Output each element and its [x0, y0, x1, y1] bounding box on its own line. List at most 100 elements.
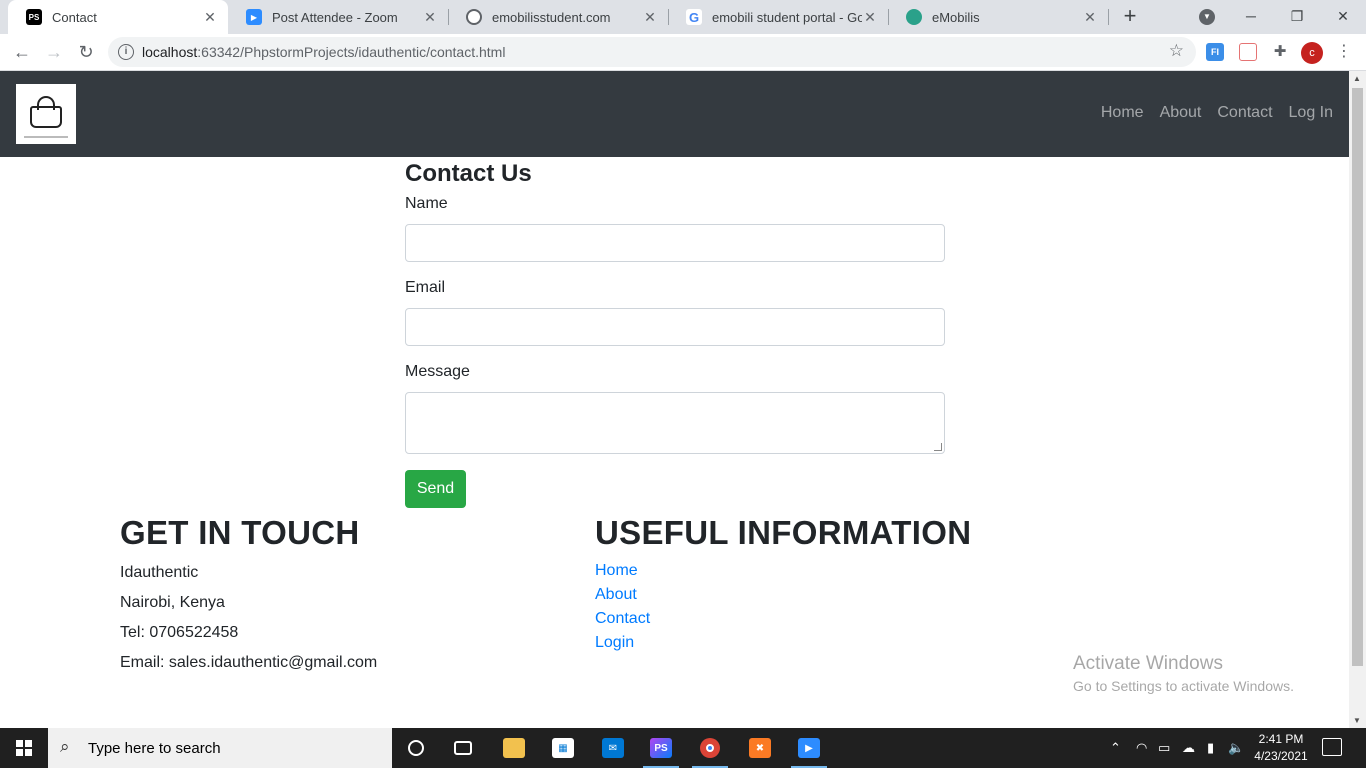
- onedrive-cloud-icon[interactable]: ☁: [1182, 728, 1195, 768]
- message-label: Message: [405, 363, 470, 380]
- scrollbar-thumb[interactable]: [1352, 88, 1363, 666]
- tab-separator: [1108, 9, 1109, 25]
- message-group: Message: [405, 362, 945, 454]
- store-icon[interactable]: ▦: [543, 732, 583, 764]
- activate-windows-watermark: Activate Windows Go to Settings to activ…: [1073, 652, 1294, 696]
- windows-logo-icon: [16, 740, 32, 756]
- logo-caption: [24, 136, 68, 138]
- nav-about[interactable]: About: [1152, 104, 1210, 122]
- name-field[interactable]: [405, 224, 945, 262]
- url-path: :63342/PhpstormProjects/idauthentic/cont…: [197, 44, 506, 60]
- nav-links: Home About Contact Log In: [1093, 104, 1341, 122]
- page-viewport: Home About Contact Log In Contact Us Nam…: [0, 71, 1349, 728]
- nav-home[interactable]: Home: [1093, 104, 1152, 122]
- url-text[interactable]: localhost:63342/PhpstormProjects/idauthe…: [142, 44, 505, 60]
- tab-zoom[interactable]: ▶ Post Attendee - Zoom ✕: [228, 0, 448, 34]
- chrome-icon[interactable]: [690, 732, 730, 768]
- tab-search-icon[interactable]: ▼: [1199, 9, 1215, 25]
- tab-title: Contact: [52, 9, 97, 25]
- globe-icon: [466, 9, 482, 25]
- site-logo[interactable]: [16, 84, 76, 144]
- footer-right-title: USEFUL INFORMATION: [595, 514, 972, 551]
- phpstorm-taskbar-icon[interactable]: PS: [641, 732, 681, 768]
- window-close-icon[interactable]: ✕: [1320, 4, 1366, 28]
- footer-link-contact[interactable]: Contact: [595, 607, 1095, 631]
- zoom-icon: ▶: [246, 9, 262, 25]
- close-tab-icon[interactable]: ✕: [1082, 9, 1098, 25]
- resize-grip-icon[interactable]: [934, 443, 942, 451]
- restore-icon[interactable]: ❐: [1274, 4, 1320, 28]
- zoom-taskbar-icon[interactable]: ▶: [789, 732, 829, 768]
- new-tab-button[interactable]: +: [1118, 5, 1142, 29]
- footer-left-title: GET IN TOUCH: [120, 514, 360, 551]
- bookmark-star-icon[interactable]: ☆: [1169, 41, 1184, 61]
- battery-icon[interactable]: ▭: [1158, 728, 1170, 768]
- close-tab-icon[interactable]: ✕: [202, 9, 218, 25]
- scroll-down-icon[interactable]: ▼: [1353, 716, 1361, 725]
- taskbar-search[interactable]: ⌕ Type here to search: [48, 728, 392, 768]
- bag-icon: [30, 106, 62, 128]
- close-tab-icon[interactable]: ✕: [642, 9, 658, 25]
- page-scrollbar[interactable]: ▲ ▼: [1349, 71, 1366, 728]
- browser-toolbar: ← → ↻ i localhost:63342/PhpstormProjects…: [0, 34, 1366, 71]
- send-button[interactable]: Send: [405, 470, 466, 508]
- windows-taskbar: ⌕ Type here to search ▦ ✉ PS ✖ ▶ ⌃ ◠ ▭ ☁…: [0, 728, 1366, 768]
- profile-avatar[interactable]: c: [1301, 42, 1323, 64]
- contact-form: Contact Us Name Email Message Send: [405, 157, 945, 508]
- tray-chevron-icon[interactable]: ⌃: [1110, 728, 1121, 768]
- xampp-icon[interactable]: ✖: [740, 732, 780, 764]
- message-field[interactable]: [405, 392, 945, 454]
- address-bar[interactable]: i localhost:63342/PhpstormProjects/idaut…: [108, 37, 1196, 67]
- reload-icon[interactable]: ↻: [74, 40, 98, 64]
- extensions-puzzle-icon[interactable]: ✚: [1271, 43, 1289, 61]
- tab-title: emobilisstudent.com: [492, 9, 611, 25]
- clock-date: 4/23/2021: [1254, 749, 1308, 763]
- email-group: Email: [405, 278, 945, 346]
- nav-login[interactable]: Log In: [1281, 104, 1341, 122]
- site-info-icon[interactable]: i: [118, 44, 134, 60]
- email-field[interactable]: [405, 308, 945, 346]
- tab-emobilisstudent[interactable]: emobilisstudent.com ✕: [448, 0, 668, 34]
- notifications-icon[interactable]: [1322, 738, 1342, 756]
- nav-contact[interactable]: Contact: [1209, 104, 1280, 122]
- company-email: Email: sales.idauthentic@gmail.com: [120, 654, 378, 671]
- file-explorer-icon[interactable]: [494, 732, 534, 764]
- close-tab-icon[interactable]: ✕: [862, 9, 878, 25]
- browser-menu-icon[interactable]: ⋮: [1336, 41, 1352, 63]
- footer-link-login[interactable]: Login: [595, 631, 1095, 655]
- name-label: Name: [405, 195, 448, 212]
- email-label: Email: [405, 279, 446, 296]
- close-tab-icon[interactable]: ✕: [422, 9, 438, 25]
- task-view-icon[interactable]: [443, 732, 483, 764]
- company-tel: Tel: 0706522458: [120, 624, 239, 641]
- taskbar-clock[interactable]: 2:41 PM 4/23/2021: [1254, 731, 1308, 765]
- network-icon[interactable]: ◠: [1136, 728, 1147, 768]
- watermark-subtitle: Go to Settings to activate Windows.: [1073, 678, 1294, 694]
- phpstorm-icon: PS: [26, 9, 42, 25]
- watermark-title: Activate Windows: [1073, 653, 1223, 674]
- scroll-up-icon[interactable]: ▲: [1353, 74, 1361, 83]
- footer-links: Home About Contact Login: [595, 559, 1095, 655]
- company-location: Nairobi, Kenya: [120, 594, 225, 611]
- footer-link-about[interactable]: About: [595, 583, 1095, 607]
- company-name: Idauthentic: [120, 564, 199, 581]
- tab-title: eMobilis: [932, 9, 980, 25]
- volume-icon[interactable]: 🔈: [1228, 728, 1244, 768]
- cortana-icon[interactable]: [396, 732, 436, 764]
- start-button[interactable]: [0, 728, 48, 768]
- tab-contact[interactable]: PS Contact ✕: [8, 0, 228, 34]
- mail-icon[interactable]: ✉: [593, 732, 633, 764]
- microphone-icon[interactable]: ▮: [1207, 728, 1214, 768]
- footer-useful-info: USEFUL INFORMATION Home About Contact Lo…: [595, 513, 1095, 655]
- search-placeholder: Type here to search: [88, 740, 221, 757]
- extension-calendar-icon[interactable]: [1239, 43, 1257, 61]
- forward-arrow-icon[interactable]: →: [42, 40, 66, 64]
- tab-emobilis[interactable]: eMobilis ✕: [888, 0, 1108, 34]
- tab-google-search[interactable]: G emobili student portal - Goo ✕: [668, 0, 888, 34]
- footer-link-home[interactable]: Home: [595, 559, 1095, 583]
- tab-title: Post Attendee - Zoom: [272, 9, 398, 25]
- back-arrow-icon[interactable]: ←: [10, 40, 34, 64]
- minimize-icon[interactable]: ─: [1228, 4, 1274, 28]
- extension-fi-icon[interactable]: FI: [1206, 43, 1224, 61]
- google-icon: G: [686, 9, 702, 25]
